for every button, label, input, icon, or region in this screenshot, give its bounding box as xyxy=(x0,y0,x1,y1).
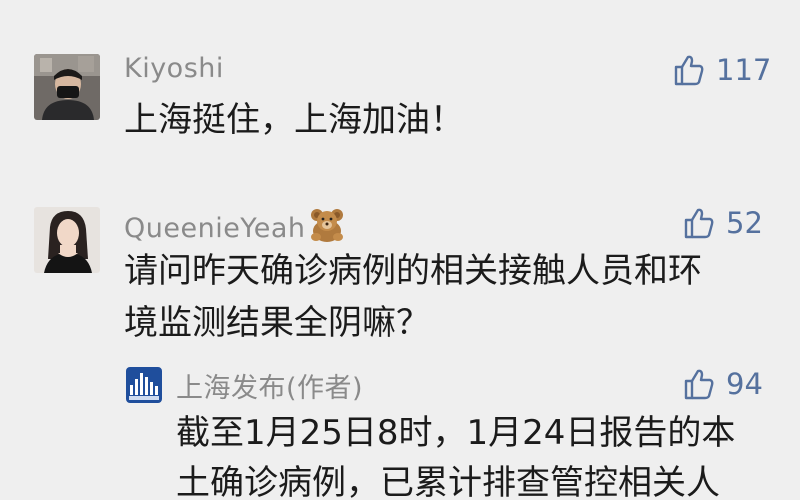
reply-author[interactable]: 上海发布(作者) xyxy=(176,366,363,405)
reply-item: 上海发布(作者) 94 截至1月25日8时，1月24日报告的本 土确诊病例，已累… xyxy=(0,0,800,500)
like-count: 94 xyxy=(726,367,763,401)
reply-text: 土确诊病例，已累计排查管控相关人 xyxy=(176,463,720,500)
comment-section: Kiyoshi 117 上海挺住，上海加油！ QueenieYeah 52 请问… xyxy=(0,0,800,500)
reply-text: 截至1月25日8时，1月24日报告的本 xyxy=(176,413,736,453)
author-avatar[interactable] xyxy=(126,367,162,403)
thumbs-up-icon xyxy=(684,369,714,400)
like-button[interactable]: 94 xyxy=(682,364,763,404)
